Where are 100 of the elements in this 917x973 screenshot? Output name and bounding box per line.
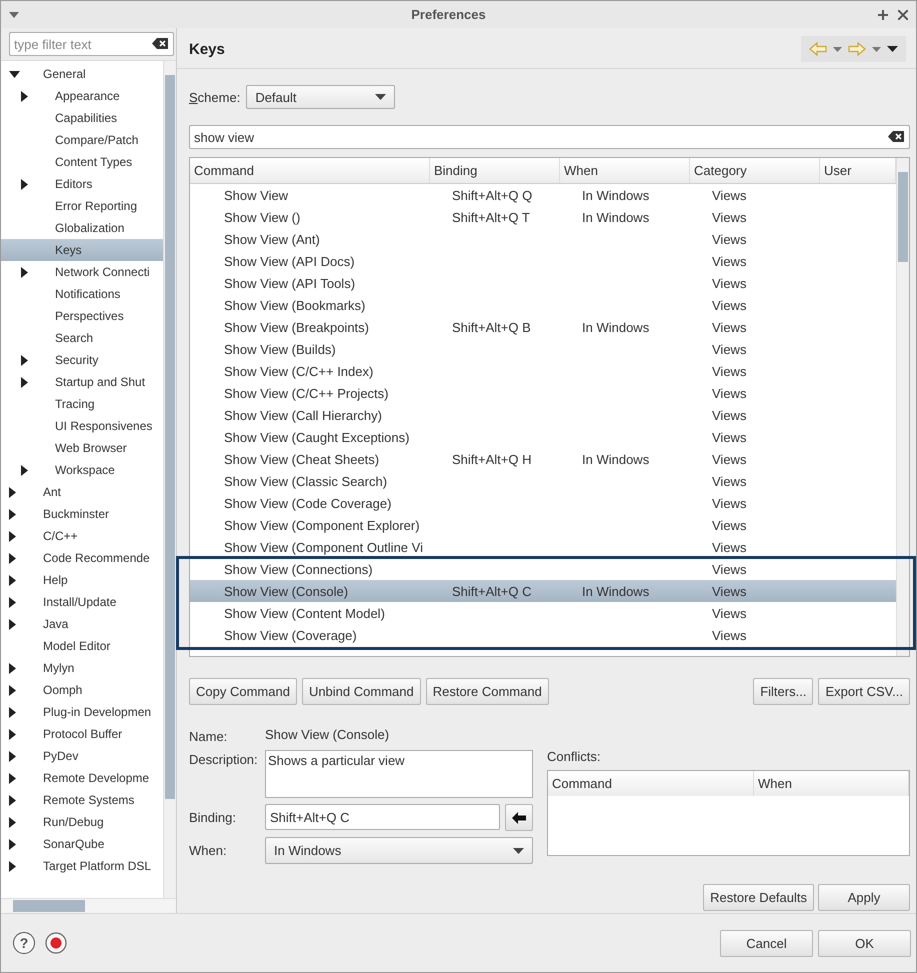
action-button[interactable]: Apply — [818, 884, 910, 911]
collapsed-arrow-icon[interactable] — [9, 684, 16, 696]
caret-icon[interactable] — [833, 46, 842, 52]
tree-item[interactable]: Notifications — [1, 283, 163, 305]
collapsed-arrow-icon[interactable] — [9, 816, 16, 828]
tree-item[interactable]: Appearance — [1, 85, 163, 107]
search-field[interactable]: show view — [189, 125, 910, 149]
collapsed-arrow-icon[interactable] — [9, 750, 16, 762]
help-button[interactable]: ? — [13, 932, 35, 954]
scrollbar[interactable] — [1, 898, 176, 913]
tree-item[interactable]: Oomph — [1, 679, 163, 701]
collapsed-arrow-icon[interactable] — [9, 728, 16, 740]
table-row[interactable]: Show View (Connections) Views — [190, 558, 896, 580]
action-button[interactable]: Filters... — [753, 678, 814, 705]
tree-item[interactable]: Ant — [1, 481, 163, 503]
tree-item[interactable]: General — [1, 63, 163, 85]
table-row[interactable]: Show View () Shift+Alt+Q T In Windows Views — [190, 206, 896, 228]
table-row[interactable]: Show View (API Tools) Views — [190, 272, 896, 294]
record-icon[interactable] — [45, 932, 67, 954]
collapsed-arrow-icon[interactable] — [9, 662, 16, 674]
collapsed-arrow-icon[interactable] — [21, 90, 28, 102]
collapsed-arrow-icon[interactable] — [21, 266, 28, 278]
tree-item[interactable]: Model Editor — [1, 635, 163, 657]
tree-item[interactable]: C/C++ — [1, 525, 163, 547]
caret-icon[interactable] — [872, 46, 881, 52]
table-row[interactable]: Show View (Component Explorer) Views — [190, 514, 896, 536]
table-row[interactable]: Show View (Bookmarks) Views — [190, 294, 896, 316]
scrollbar[interactable] — [896, 158, 909, 656]
tree-item[interactable]: Remote Systems — [1, 789, 163, 811]
tree-item[interactable]: Help — [1, 569, 163, 591]
add-binding-button[interactable] — [505, 804, 533, 831]
table-row[interactable]: Show View (Caught Exceptions) Views — [190, 426, 896, 448]
clear-icon[interactable] — [152, 38, 168, 49]
tree-item[interactable]: SonarQube — [1, 833, 163, 855]
collapsed-arrow-icon[interactable] — [21, 354, 28, 366]
tree-item[interactable]: Editors — [1, 173, 163, 195]
tree-item[interactable]: Search — [1, 327, 163, 349]
tree-item[interactable]: UI Responsivenes — [1, 415, 163, 437]
collapsed-arrow-icon[interactable] — [9, 574, 16, 586]
tree-item[interactable]: Web Browser — [1, 437, 163, 459]
dialog-button[interactable]: Cancel — [720, 930, 813, 956]
table-row[interactable]: Show View (Builds) Views — [190, 338, 896, 360]
window-menu-icon[interactable] — [9, 12, 19, 18]
expanded-arrow-icon[interactable] — [9, 70, 20, 78]
collapsed-arrow-icon[interactable] — [9, 618, 16, 630]
action-button[interactable]: Export CSV... — [818, 678, 910, 705]
tree-item[interactable]: Globalization — [1, 217, 163, 239]
table-row[interactable]: Show View (Ant) Views — [190, 228, 896, 250]
tree-item[interactable]: Plug-in Developmen — [1, 701, 163, 723]
binding-field[interactable]: Shift+Alt+Q C — [265, 804, 500, 830]
description-field[interactable]: Shows a particular view — [265, 750, 533, 798]
tree-item[interactable]: Tracing — [1, 393, 163, 415]
column-header[interactable]: When — [560, 158, 690, 183]
table-row[interactable]: Show View (Call Hierarchy) Views — [190, 404, 896, 426]
tree-item[interactable]: Network Connecti — [1, 261, 163, 283]
tree-item[interactable]: Mylyn — [1, 657, 163, 679]
collapsed-arrow-icon[interactable] — [9, 508, 16, 520]
scheme-dropdown[interactable]: Default — [246, 85, 396, 109]
collapsed-arrow-icon[interactable] — [9, 838, 16, 850]
collapsed-arrow-icon[interactable] — [21, 376, 28, 388]
table-row[interactable]: Show View (C/C++ Projects) Views — [190, 382, 896, 404]
when-dropdown[interactable]: In Windows — [265, 837, 533, 864]
action-button[interactable]: Restore Command — [426, 678, 549, 705]
collapsed-arrow-icon[interactable] — [9, 860, 16, 872]
tree-item[interactable]: Target Platform DSL — [1, 855, 163, 877]
action-button[interactable]: Restore Defaults — [703, 884, 814, 911]
table-row[interactable]: Show View (Coverage) Views — [190, 624, 896, 646]
tree-item[interactable]: Keys — [1, 239, 163, 261]
tree-item[interactable]: Buckminster — [1, 503, 163, 525]
column-header[interactable]: Command — [548, 771, 754, 796]
column-header[interactable]: Binding — [430, 158, 560, 183]
collapsed-arrow-icon[interactable] — [9, 706, 16, 718]
table-row[interactable]: Show View (API Docs) Views — [190, 250, 896, 272]
collapsed-arrow-icon[interactable] — [9, 772, 16, 784]
table-row[interactable]: Show View (Code Coverage) Views — [190, 492, 896, 514]
table-row[interactable]: Show View (Classic Search) Views — [190, 470, 896, 492]
table-row[interactable]: Show View (Component Outline Vi Views — [190, 536, 896, 558]
collapsed-arrow-icon[interactable] — [9, 552, 16, 564]
tree-item[interactable]: Security — [1, 349, 163, 371]
action-button[interactable]: Copy Command — [189, 678, 297, 705]
close-icon[interactable] — [898, 10, 908, 20]
maximize-icon[interactable] — [878, 10, 888, 20]
tree-item[interactable]: Perspectives — [1, 305, 163, 327]
collapsed-arrow-icon[interactable] — [9, 530, 16, 542]
tree-item[interactable]: Remote Developme — [1, 767, 163, 789]
tree-item[interactable]: Install/Update — [1, 591, 163, 613]
table-row[interactable]: Show View (Breakpoints) Shift+Alt+Q B In Windows Views — [190, 316, 896, 338]
tree-item[interactable]: Capabilities — [1, 107, 163, 129]
tree-item[interactable]: Compare/Patch — [1, 129, 163, 151]
table-row[interactable]: Show View (Console) Shift+Alt+Q C In Windows Views — [190, 580, 896, 602]
table-row[interactable]: Show View (C/C++ Index) Views — [190, 360, 896, 382]
tree-item[interactable]: Startup and Shut — [1, 371, 163, 393]
tree-item[interactable]: Workspace — [1, 459, 163, 481]
filter-field[interactable]: type filter text — [9, 32, 174, 56]
column-header[interactable]: Command — [190, 158, 430, 183]
collapsed-arrow-icon[interactable] — [21, 464, 28, 476]
column-header[interactable]: Category — [690, 158, 820, 183]
tree-item[interactable]: Code Recommende — [1, 547, 163, 569]
collapsed-arrow-icon[interactable] — [9, 794, 16, 806]
tree-item[interactable]: Java — [1, 613, 163, 635]
